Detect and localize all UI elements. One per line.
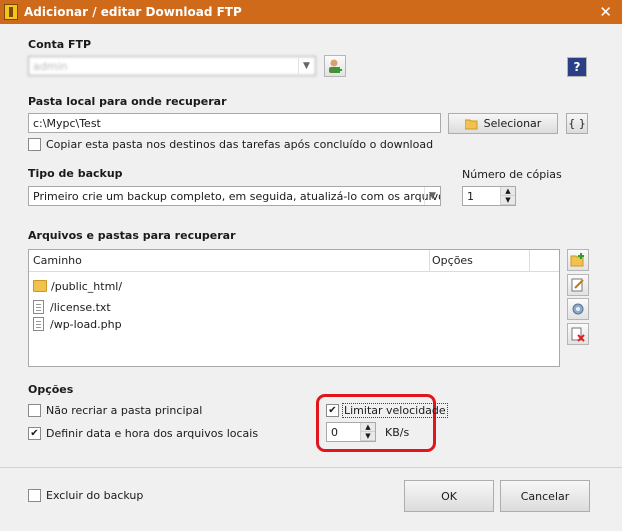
file-icon	[33, 300, 44, 314]
spin-up-icon[interactable]: ▲	[501, 187, 515, 196]
edit-icon	[571, 278, 584, 292]
edit-file-button[interactable]	[567, 274, 589, 296]
add-file-button[interactable]	[567, 249, 589, 271]
column-path[interactable]: Caminho	[33, 254, 82, 267]
column-options[interactable]: Opções	[432, 254, 473, 267]
no-recreate-label: Não recriar a pasta principal	[46, 404, 203, 417]
select-folder-button[interactable]: Selecionar	[448, 113, 558, 134]
ftp-account-value: admin	[33, 59, 68, 73]
window-title: Adicionar / editar Download FTP	[24, 5, 242, 19]
check-icon: ✔	[328, 404, 337, 416]
check-icon: ✔	[30, 427, 39, 439]
local-folder-label: Pasta local para onde recuperar	[28, 95, 227, 108]
delete-icon	[571, 327, 585, 342]
column-divider	[529, 250, 530, 272]
speed-unit: KB/s	[385, 426, 410, 439]
copy-folder-label: Copiar esta pasta nos destinos das taref…	[46, 138, 434, 151]
cancel-label: Cancelar	[520, 489, 570, 503]
close-icon[interactable]: ✕	[599, 3, 612, 21]
copies-spin-buttons[interactable]: ▲ ▼	[500, 187, 515, 205]
exclude-checkbox[interactable]	[28, 489, 41, 502]
ok-button[interactable]: OK	[404, 480, 494, 512]
limit-speed-checkbox[interactable]: ✔	[326, 404, 339, 417]
folder-icon	[33, 280, 47, 292]
speed-value: 0	[331, 425, 338, 439]
speed-spin-buttons[interactable]: ▲ ▼	[360, 423, 375, 441]
local-folder-input[interactable]: c:\Mypc\Test	[28, 113, 441, 133]
spin-down-icon[interactable]: ▼	[361, 432, 375, 441]
copy-folder-checkbox[interactable]	[28, 138, 41, 151]
ftp-account-label: Conta FTP	[28, 38, 92, 51]
files-label: Arquivos e pastas para recuperar	[28, 229, 236, 242]
chevron-down-icon[interactable]: ▼	[298, 57, 314, 75]
add-folder-icon	[570, 253, 584, 267]
remove-file-button[interactable]	[567, 323, 589, 345]
backup-type-label: Tipo de backup	[28, 167, 123, 180]
braces-icon: { }	[568, 117, 586, 130]
list-item[interactable]: /license.txt	[33, 298, 111, 316]
folder-open-icon	[464, 119, 478, 129]
local-folder-value: c:\Mypc\Test	[33, 116, 101, 130]
list-item[interactable]: /wp-load.php	[33, 315, 122, 333]
cancel-button[interactable]: Cancelar	[500, 480, 590, 512]
list-item-path: /public_html/	[51, 279, 123, 293]
title-bar: Adicionar / editar Download FTP ✕	[0, 0, 622, 24]
limit-speed-label: Limitar velocidade	[342, 403, 448, 418]
backup-type-value: Primeiro crie um backup completo, em seg…	[33, 189, 440, 203]
options-label: Opções	[28, 383, 74, 396]
exclude-label: Excluir do backup	[46, 489, 144, 502]
no-recreate-checkbox[interactable]	[28, 404, 41, 417]
settings-file-button[interactable]	[567, 298, 589, 320]
chevron-down-icon[interactable]: ▼	[424, 187, 440, 205]
question-icon: ?	[573, 60, 581, 74]
backup-type-select[interactable]: Primeiro crie um backup completo, em seg…	[28, 186, 441, 206]
ok-label: OK	[441, 489, 457, 503]
variables-button[interactable]: { }	[566, 113, 588, 134]
copies-value: 1	[467, 189, 474, 203]
gear-icon	[572, 303, 584, 315]
files-list[interactable]: Caminho Opções /public_html/ /license.tx…	[28, 249, 560, 367]
spin-down-icon[interactable]: ▼	[501, 196, 515, 205]
list-item-path: /wp-load.php	[50, 317, 122, 331]
app-icon	[4, 4, 18, 20]
ftp-account-select[interactable]: admin	[28, 56, 316, 76]
files-list-header: Caminho Opções	[29, 250, 559, 272]
list-item-path: /license.txt	[50, 300, 111, 314]
user-add-icon	[329, 59, 342, 73]
select-folder-label: Selecionar	[483, 117, 542, 130]
file-icon	[33, 317, 44, 331]
footer-divider	[0, 467, 622, 468]
set-datetime-checkbox[interactable]: ✔	[28, 427, 41, 440]
list-item[interactable]: /public_html/	[33, 277, 122, 295]
help-button[interactable]: ?	[567, 57, 587, 77]
spin-up-icon[interactable]: ▲	[361, 423, 375, 432]
set-datetime-label: Definir data e hora dos arquivos locais	[46, 427, 259, 440]
copies-label: Número de cópias	[462, 168, 562, 181]
add-account-button[interactable]	[324, 55, 346, 77]
column-divider	[429, 250, 430, 272]
